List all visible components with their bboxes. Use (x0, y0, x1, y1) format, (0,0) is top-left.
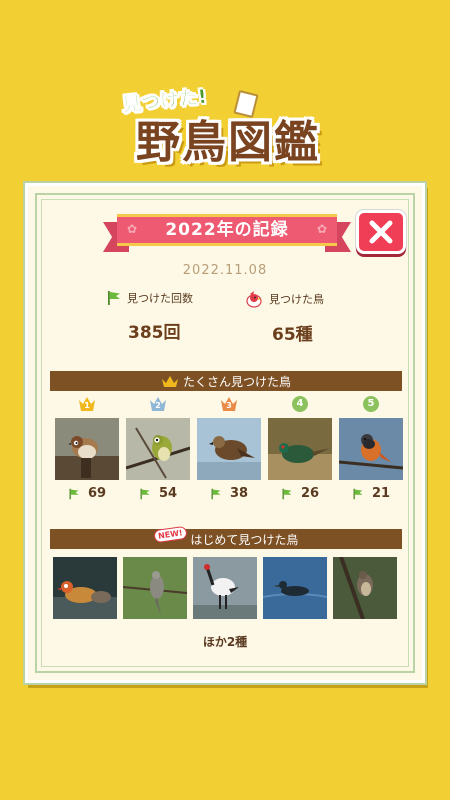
record-date: 2022.11.08 (182, 263, 268, 278)
flag-icon (108, 291, 120, 305)
paw-icon: ✿ (127, 222, 138, 236)
first-found-header: NEW! はじめて見つけた鳥 (50, 525, 402, 549)
bird-photo-kite (197, 418, 261, 480)
bronze-crown-icon: 3 (221, 396, 237, 412)
found-count: 21 (371, 486, 391, 501)
bird-photo-cuckoo[interactable] (123, 557, 187, 619)
bird-photo-crane[interactable] (193, 557, 257, 619)
most-found-header: たくさん見つけた鳥 (50, 371, 402, 391)
silver-crown-icon: 2 (150, 396, 166, 412)
flag-icon (69, 488, 79, 499)
bird-photo-mandarin-duck[interactable] (53, 557, 117, 619)
found-count-stat: 見つけた回数 385回 (106, 290, 256, 343)
found-count-label: 見つけた回数 (127, 292, 193, 305)
flag-icon (140, 488, 150, 499)
logo-title: 野鳥図鑑 (136, 117, 320, 168)
bird-photo-shrike[interactable] (333, 557, 397, 619)
gold-crown-icon: 1 (79, 396, 95, 412)
found-count: 26 (300, 486, 320, 501)
bird-photo-pheasant (268, 418, 332, 480)
app-logo: 見つけた! 野鳥図鑑 (0, 82, 450, 172)
record-card: 2022年の記録 ✿ ✿ 2022.11.08 見つけた回数 385回 見つけた… (25, 183, 425, 683)
first-found-list (50, 557, 406, 621)
most-found-title: たくさん見つけた鳥 (182, 374, 291, 389)
bird-photo-sparrow (55, 418, 119, 480)
flag-icon (282, 488, 292, 499)
found-birds-stat: 見つけた鳥 65種 (244, 290, 394, 345)
found-count: 69 (87, 486, 107, 501)
flag-icon (353, 488, 363, 499)
bird-icon (246, 291, 262, 308)
found-count-value: 385回 (128, 323, 181, 343)
found-count: 38 (229, 486, 249, 501)
title-ribbon: 2022年の記録 ✿ ✿ (103, 214, 351, 252)
found-count: 54 (158, 486, 178, 501)
flag-icon (211, 488, 221, 499)
rank-badge: 5 (363, 396, 379, 412)
close-icon (369, 220, 393, 244)
rank-badge: 4 (292, 396, 308, 412)
crown-icon (161, 375, 178, 387)
found-birds-value: 65種 (272, 325, 313, 345)
bird-photo-white-eye (126, 418, 190, 480)
first-found-title: はじめて見つけた鳥 (190, 532, 299, 547)
most-found-list: 1 69 2 54 3 38 4 26 5 21 (50, 396, 406, 506)
more-birds-text: ほか2種 (202, 635, 248, 649)
found-birds-label: 見つけた鳥 (269, 293, 324, 306)
paw-icon: ✿ (316, 222, 327, 236)
close-button[interactable] (356, 210, 406, 254)
bird-photo-redstart (339, 418, 403, 480)
bird-photo-grebe[interactable] (263, 557, 327, 619)
page-title: 2022年の記録 (117, 214, 337, 246)
